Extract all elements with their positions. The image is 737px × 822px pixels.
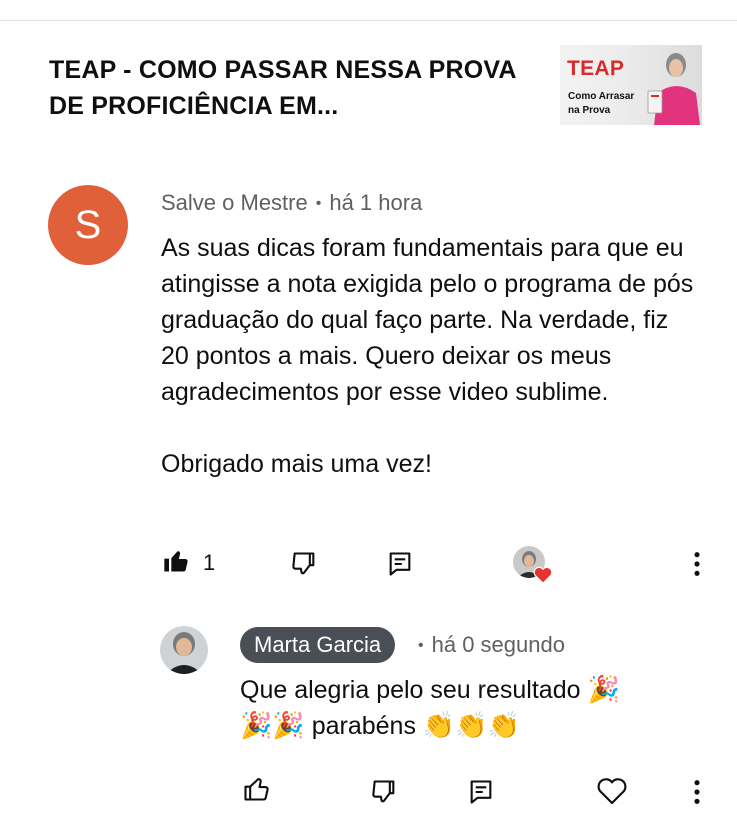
comment-paragraph: As suas dicas foram fundamentais para qu… <box>161 234 694 406</box>
like-count: 1 <box>203 550 216 575</box>
separator-dot: • <box>418 637 424 655</box>
thumbnail-subtitle: Como Arrasar na Prova <box>568 91 635 116</box>
reply-text-part: Que alegria pelo seu resultado <box>240 676 581 704</box>
more-vert-icon[interactable] <box>690 778 704 806</box>
party-emoji: 🎉 <box>272 711 305 741</box>
thumbnail-person-image <box>647 53 700 125</box>
thumbs-down-icon[interactable] <box>368 778 400 806</box>
heart-icon <box>533 566 553 584</box>
comment-time: há 1 hora <box>329 190 423 215</box>
reply-icon[interactable] <box>467 778 495 806</box>
separator-dot: • <box>315 195 322 213</box>
party-emoji: 🎉 <box>587 675 620 705</box>
reply-icon[interactable] <box>386 550 414 578</box>
reply-meta: • há 0 segundo <box>418 632 565 658</box>
creator-heart-icon <box>513 546 553 586</box>
video-thumbnail[interactable]: TEAP Como Arrasar na Prova <box>560 45 702 125</box>
comment-author[interactable]: Salve o Mestre <box>161 190 308 215</box>
clap-emoji: 👏 <box>455 711 488 741</box>
comment-meta: Salve o Mestre • há 1 hora <box>161 190 422 216</box>
clap-emoji: 👏 <box>487 711 521 741</box>
reply-time: há 0 segundo <box>431 632 565 657</box>
commenter-avatar[interactable]: S <box>48 185 128 265</box>
thumbs-up-filled-icon[interactable] <box>160 547 192 575</box>
top-divider <box>0 20 737 21</box>
more-vert-icon[interactable] <box>690 550 704 578</box>
thumbs-up-icon[interactable] <box>240 775 272 803</box>
party-emoji: 🎉 <box>240 711 273 741</box>
heart-outline-icon[interactable] <box>596 776 628 806</box>
reply-text: Que alegria pelo seu resultado 🎉 🎉🎉 para… <box>240 672 710 744</box>
clap-emoji: 👏 <box>422 711 456 741</box>
thumbs-down-icon[interactable] <box>288 550 320 578</box>
comment-text: As suas dicas foram fundamentais para qu… <box>161 230 701 482</box>
thumbnail-title: TEAP <box>567 57 625 80</box>
reply-avatar[interactable] <box>160 626 208 674</box>
comment-paragraph: Obrigado mais uma vez! <box>161 450 432 478</box>
reply-author-chip[interactable]: Marta Garcia <box>240 627 396 663</box>
reply-text-part: parabéns <box>311 712 416 740</box>
video-title[interactable]: TEAP - COMO PASSAR NESSA PROVA DE PROFIC… <box>49 52 529 124</box>
